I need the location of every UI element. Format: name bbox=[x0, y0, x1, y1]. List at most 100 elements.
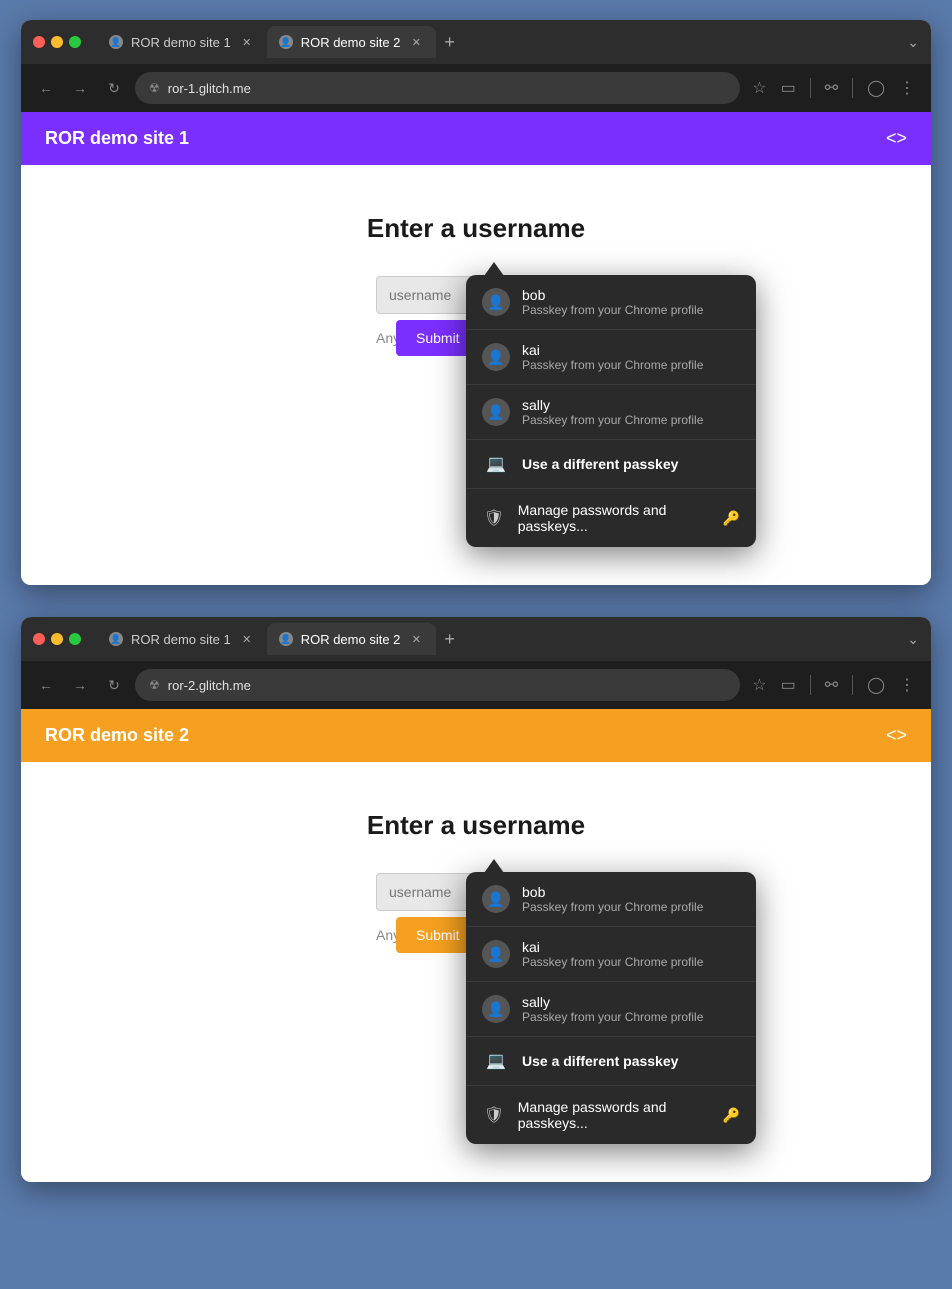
page-content-2: Enter a username 👤 bob Passkey from your… bbox=[21, 762, 931, 1182]
passkey-sub-bob-2: Passkey from your Chrome profile bbox=[522, 900, 740, 914]
close-button-2[interactable] bbox=[33, 633, 45, 645]
traffic-lights-1 bbox=[33, 36, 81, 48]
passkey-item-sally[interactable]: 👤 sally Passkey from your Chrome profile bbox=[466, 385, 756, 440]
passkey-name-bob: bob bbox=[522, 287, 740, 303]
profile-icon-2[interactable]: ◯ bbox=[863, 671, 889, 699]
tabs-container-2: 👤 ROR demo site 1 ✕ 👤 ROR demo site 2 ✕ … bbox=[97, 623, 919, 655]
tab-chevron[interactable]: ⌄ bbox=[907, 34, 919, 51]
refresh-button[interactable]: ↻ bbox=[101, 75, 127, 101]
passkey-name-kai-2: kai bbox=[522, 939, 740, 955]
tab-close-2[interactable]: ✕ bbox=[408, 34, 424, 50]
forward-button[interactable]: → bbox=[67, 75, 93, 101]
passkey-item-sally-2[interactable]: 👤 sally Passkey from your Chrome profile bbox=[466, 982, 756, 1037]
tab-ror-site-2-active-2[interactable]: 👤 ROR demo site 2 ✕ bbox=[267, 623, 437, 655]
passkey-avatar-sally: 👤 bbox=[482, 398, 510, 426]
passkey-name-kai: kai bbox=[522, 342, 740, 358]
tab-label-2: ROR demo site 2 bbox=[301, 35, 401, 50]
device-icon-1: 💻 bbox=[482, 453, 510, 475]
passkey-sub-sally-2: Passkey from your Chrome profile bbox=[522, 1010, 740, 1024]
back-button[interactable]: ← bbox=[33, 75, 59, 101]
forward-button-2[interactable]: → bbox=[67, 672, 93, 698]
dropdown-arrow-1 bbox=[484, 262, 504, 276]
traffic-lights-2 bbox=[33, 633, 81, 645]
passkey-sub-kai-2: Passkey from your Chrome profile bbox=[522, 955, 740, 969]
site-header-2: ROR demo site 2 <> bbox=[21, 709, 931, 762]
passkey-dropdown-2: 👤 bob Passkey from your Chrome profile 👤… bbox=[466, 872, 756, 1144]
star-icon-2[interactable]: ☆ bbox=[748, 671, 770, 699]
passkey-info-sally-2: sally Passkey from your Chrome profile bbox=[522, 994, 740, 1024]
tab-ror-site-2-active[interactable]: 👤 ROR demo site 2 ✕ bbox=[267, 26, 437, 58]
passkey-different-2[interactable]: 💻 Use a different passkey bbox=[466, 1037, 756, 1086]
tab-favicon-4: 👤 bbox=[279, 632, 293, 646]
passkey-manage-1[interactable]: 🛡 Manage passwords and passkeys... 🔑 bbox=[466, 489, 756, 547]
address-input-1[interactable]: ☢ ror-1.glitch.me bbox=[135, 72, 740, 104]
minimize-button[interactable] bbox=[51, 36, 63, 48]
flask-icon[interactable]: ⚯ bbox=[821, 74, 842, 102]
passkey-avatar-bob: 👤 bbox=[482, 288, 510, 316]
title-bar-2: 👤 ROR demo site 1 ✕ 👤 ROR demo site 2 ✕ … bbox=[21, 617, 931, 661]
passkey-item-bob[interactable]: 👤 bob Passkey from your Chrome profile bbox=[466, 275, 756, 330]
passkey-item-kai[interactable]: 👤 kai Passkey from your Chrome profile bbox=[466, 330, 756, 385]
tab-add-button-2[interactable]: + bbox=[436, 629, 463, 650]
cast-icon-2[interactable]: ▭ bbox=[777, 671, 800, 699]
tab-label-3: ROR demo site 1 bbox=[131, 632, 231, 647]
page-heading-2: Enter a username bbox=[367, 810, 585, 841]
minimize-button-2[interactable] bbox=[51, 633, 63, 645]
tab-close-4[interactable]: ✕ bbox=[408, 631, 424, 647]
tab-ror-site-1-inactive-2[interactable]: 👤 ROR demo site 1 ✕ bbox=[97, 623, 267, 655]
passkey-avatar-kai-2: 👤 bbox=[482, 940, 510, 968]
back-button-2[interactable]: ← bbox=[33, 672, 59, 698]
address-bar-2: ← → ↻ ☢ ror-2.glitch.me ☆ ▭ ⚯ ◯ ⋮ bbox=[21, 661, 931, 709]
passkey-manage-2[interactable]: 🛡 Manage passwords and passkeys... 🔑 bbox=[466, 1086, 756, 1144]
tab-favicon-1: 👤 bbox=[109, 35, 123, 49]
passkey-sub-sally: Passkey from your Chrome profile bbox=[522, 413, 740, 427]
device-icon-2: 💻 bbox=[482, 1050, 510, 1072]
star-icon[interactable]: ☆ bbox=[748, 74, 770, 102]
close-button[interactable] bbox=[33, 36, 45, 48]
toolbar-icons-2: ☆ ▭ ⚯ ◯ ⋮ bbox=[748, 671, 919, 699]
passkey-sub-kai: Passkey from your Chrome profile bbox=[522, 358, 740, 372]
passkey-info-kai-2: kai Passkey from your Chrome profile bbox=[522, 939, 740, 969]
title-bar-1: 👤 ROR demo site 1 ✕ 👤 ROR demo site 2 ✕ … bbox=[21, 20, 931, 64]
page-heading-1: Enter a username bbox=[367, 213, 585, 244]
profile-icon[interactable]: ◯ bbox=[863, 74, 889, 102]
passkey-item-kai-2[interactable]: 👤 kai Passkey from your Chrome profile bbox=[466, 927, 756, 982]
different-passkey-label-2: Use a different passkey bbox=[522, 1053, 678, 1069]
key-icon-colored-1: 🔑 bbox=[723, 510, 740, 527]
code-icon-1[interactable]: <> bbox=[886, 128, 907, 149]
security-icon: ☢ bbox=[149, 81, 160, 95]
passkey-different-1[interactable]: 💻 Use a different passkey bbox=[466, 440, 756, 489]
tab-add-button[interactable]: + bbox=[436, 32, 463, 53]
tab-label-1: ROR demo site 1 bbox=[131, 35, 231, 50]
tab-ror-site-1-inactive[interactable]: 👤 ROR demo site 1 ✕ bbox=[97, 26, 267, 58]
flask-icon-2[interactable]: ⚯ bbox=[821, 671, 842, 699]
menu-icon-2[interactable]: ⋮ bbox=[895, 671, 919, 699]
passkey-sub-bob: Passkey from your Chrome profile bbox=[522, 303, 740, 317]
passkey-dropdown-1: 👤 bob Passkey from your Chrome profile 👤… bbox=[466, 275, 756, 547]
manage-icon-2: 🛡 bbox=[482, 1101, 506, 1129]
tab-chevron-2[interactable]: ⌄ bbox=[907, 631, 919, 648]
menu-icon[interactable]: ⋮ bbox=[895, 74, 919, 102]
passkey-info-bob: bob Passkey from your Chrome profile bbox=[522, 287, 740, 317]
browser-window-2: 👤 ROR demo site 1 ✕ 👤 ROR demo site 2 ✕ … bbox=[21, 617, 931, 1182]
tab-favicon-2: 👤 bbox=[279, 35, 293, 49]
refresh-button-2[interactable]: ↻ bbox=[101, 672, 127, 698]
maximize-button[interactable] bbox=[69, 36, 81, 48]
url-text-2: ror-2.glitch.me bbox=[168, 678, 251, 693]
cast-icon[interactable]: ▭ bbox=[777, 74, 800, 102]
manage-label-1: Manage passwords and passkeys... bbox=[518, 502, 707, 534]
toolbar-icons-1: ☆ ▭ ⚯ ◯ ⋮ bbox=[748, 74, 919, 102]
different-passkey-label-1: Use a different passkey bbox=[522, 456, 678, 472]
passkey-info-sally: sally Passkey from your Chrome profile bbox=[522, 397, 740, 427]
address-input-2[interactable]: ☢ ror-2.glitch.me bbox=[135, 669, 740, 701]
tab-close-3[interactable]: ✕ bbox=[239, 631, 255, 647]
passkey-item-bob-2[interactable]: 👤 bob Passkey from your Chrome profile bbox=[466, 872, 756, 927]
passkey-info-bob-2: bob Passkey from your Chrome profile bbox=[522, 884, 740, 914]
security-icon-2: ☢ bbox=[149, 678, 160, 692]
page-content-1: Enter a username 👤 bob Passkey from your… bbox=[21, 165, 931, 585]
code-icon-2[interactable]: <> bbox=[886, 725, 907, 746]
dropdown-arrow-2 bbox=[484, 859, 504, 873]
tab-close-1[interactable]: ✕ bbox=[239, 34, 255, 50]
browser-window-1: 👤 ROR demo site 1 ✕ 👤 ROR demo site 2 ✕ … bbox=[21, 20, 931, 585]
maximize-button-2[interactable] bbox=[69, 633, 81, 645]
